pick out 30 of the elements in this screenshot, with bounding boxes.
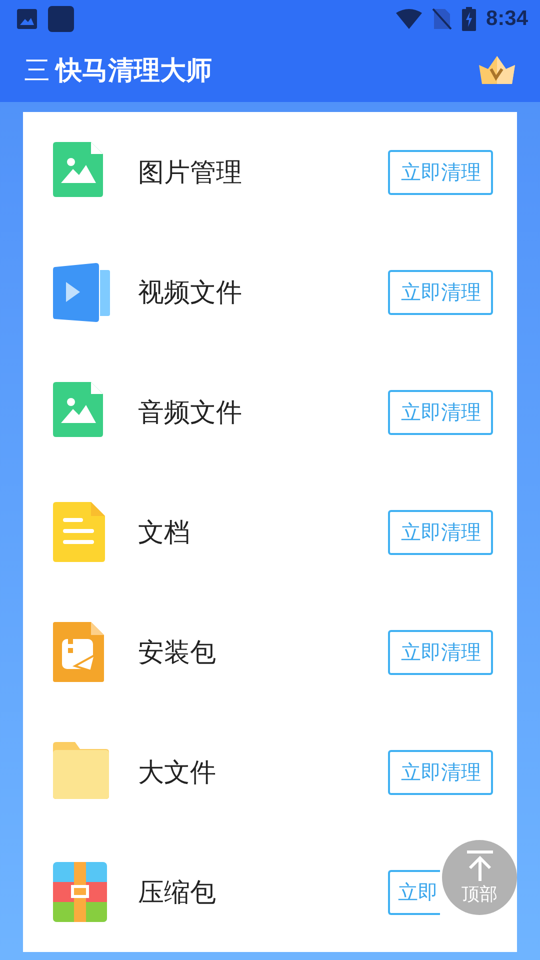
package-file-icon	[53, 622, 104, 682]
clean-button[interactable]: 立即清理	[388, 270, 493, 314]
archive-icon	[53, 862, 107, 922]
wifi-icon	[396, 9, 422, 29]
no-sim-icon	[432, 8, 452, 30]
clean-button[interactable]: 立即清理	[388, 510, 493, 554]
category-label: 大文件	[138, 756, 217, 790]
image-icon	[16, 8, 38, 30]
menu-button[interactable]: 三	[24, 52, 50, 88]
clean-button[interactable]: 立即清理	[388, 750, 493, 794]
category-label: 安装包	[138, 636, 217, 670]
image-file-icon	[53, 142, 103, 196]
video-file-icon	[53, 262, 110, 322]
category-label: 音频文件	[138, 396, 243, 430]
category-label: 文档	[138, 516, 191, 550]
category-label: 压缩包	[138, 876, 217, 910]
document-icon	[53, 502, 105, 562]
clean-button[interactable]: 立即清理	[388, 150, 493, 194]
image-file-icon	[53, 382, 103, 436]
clock: 8:34	[486, 7, 528, 31]
folder-icon	[53, 742, 109, 798]
battery-icon	[462, 7, 476, 31]
crown-icon[interactable]	[478, 55, 516, 85]
category-label: 图片管理	[138, 156, 243, 190]
clean-button[interactable]: 立即清理	[388, 390, 493, 434]
app-icon	[48, 6, 74, 32]
clean-button[interactable]: 立即清理	[388, 630, 493, 674]
app-title: 快马清理大师	[56, 54, 213, 88]
category-label: 视频文件	[138, 276, 243, 310]
clean-button[interactable]: 立即	[388, 870, 440, 914]
